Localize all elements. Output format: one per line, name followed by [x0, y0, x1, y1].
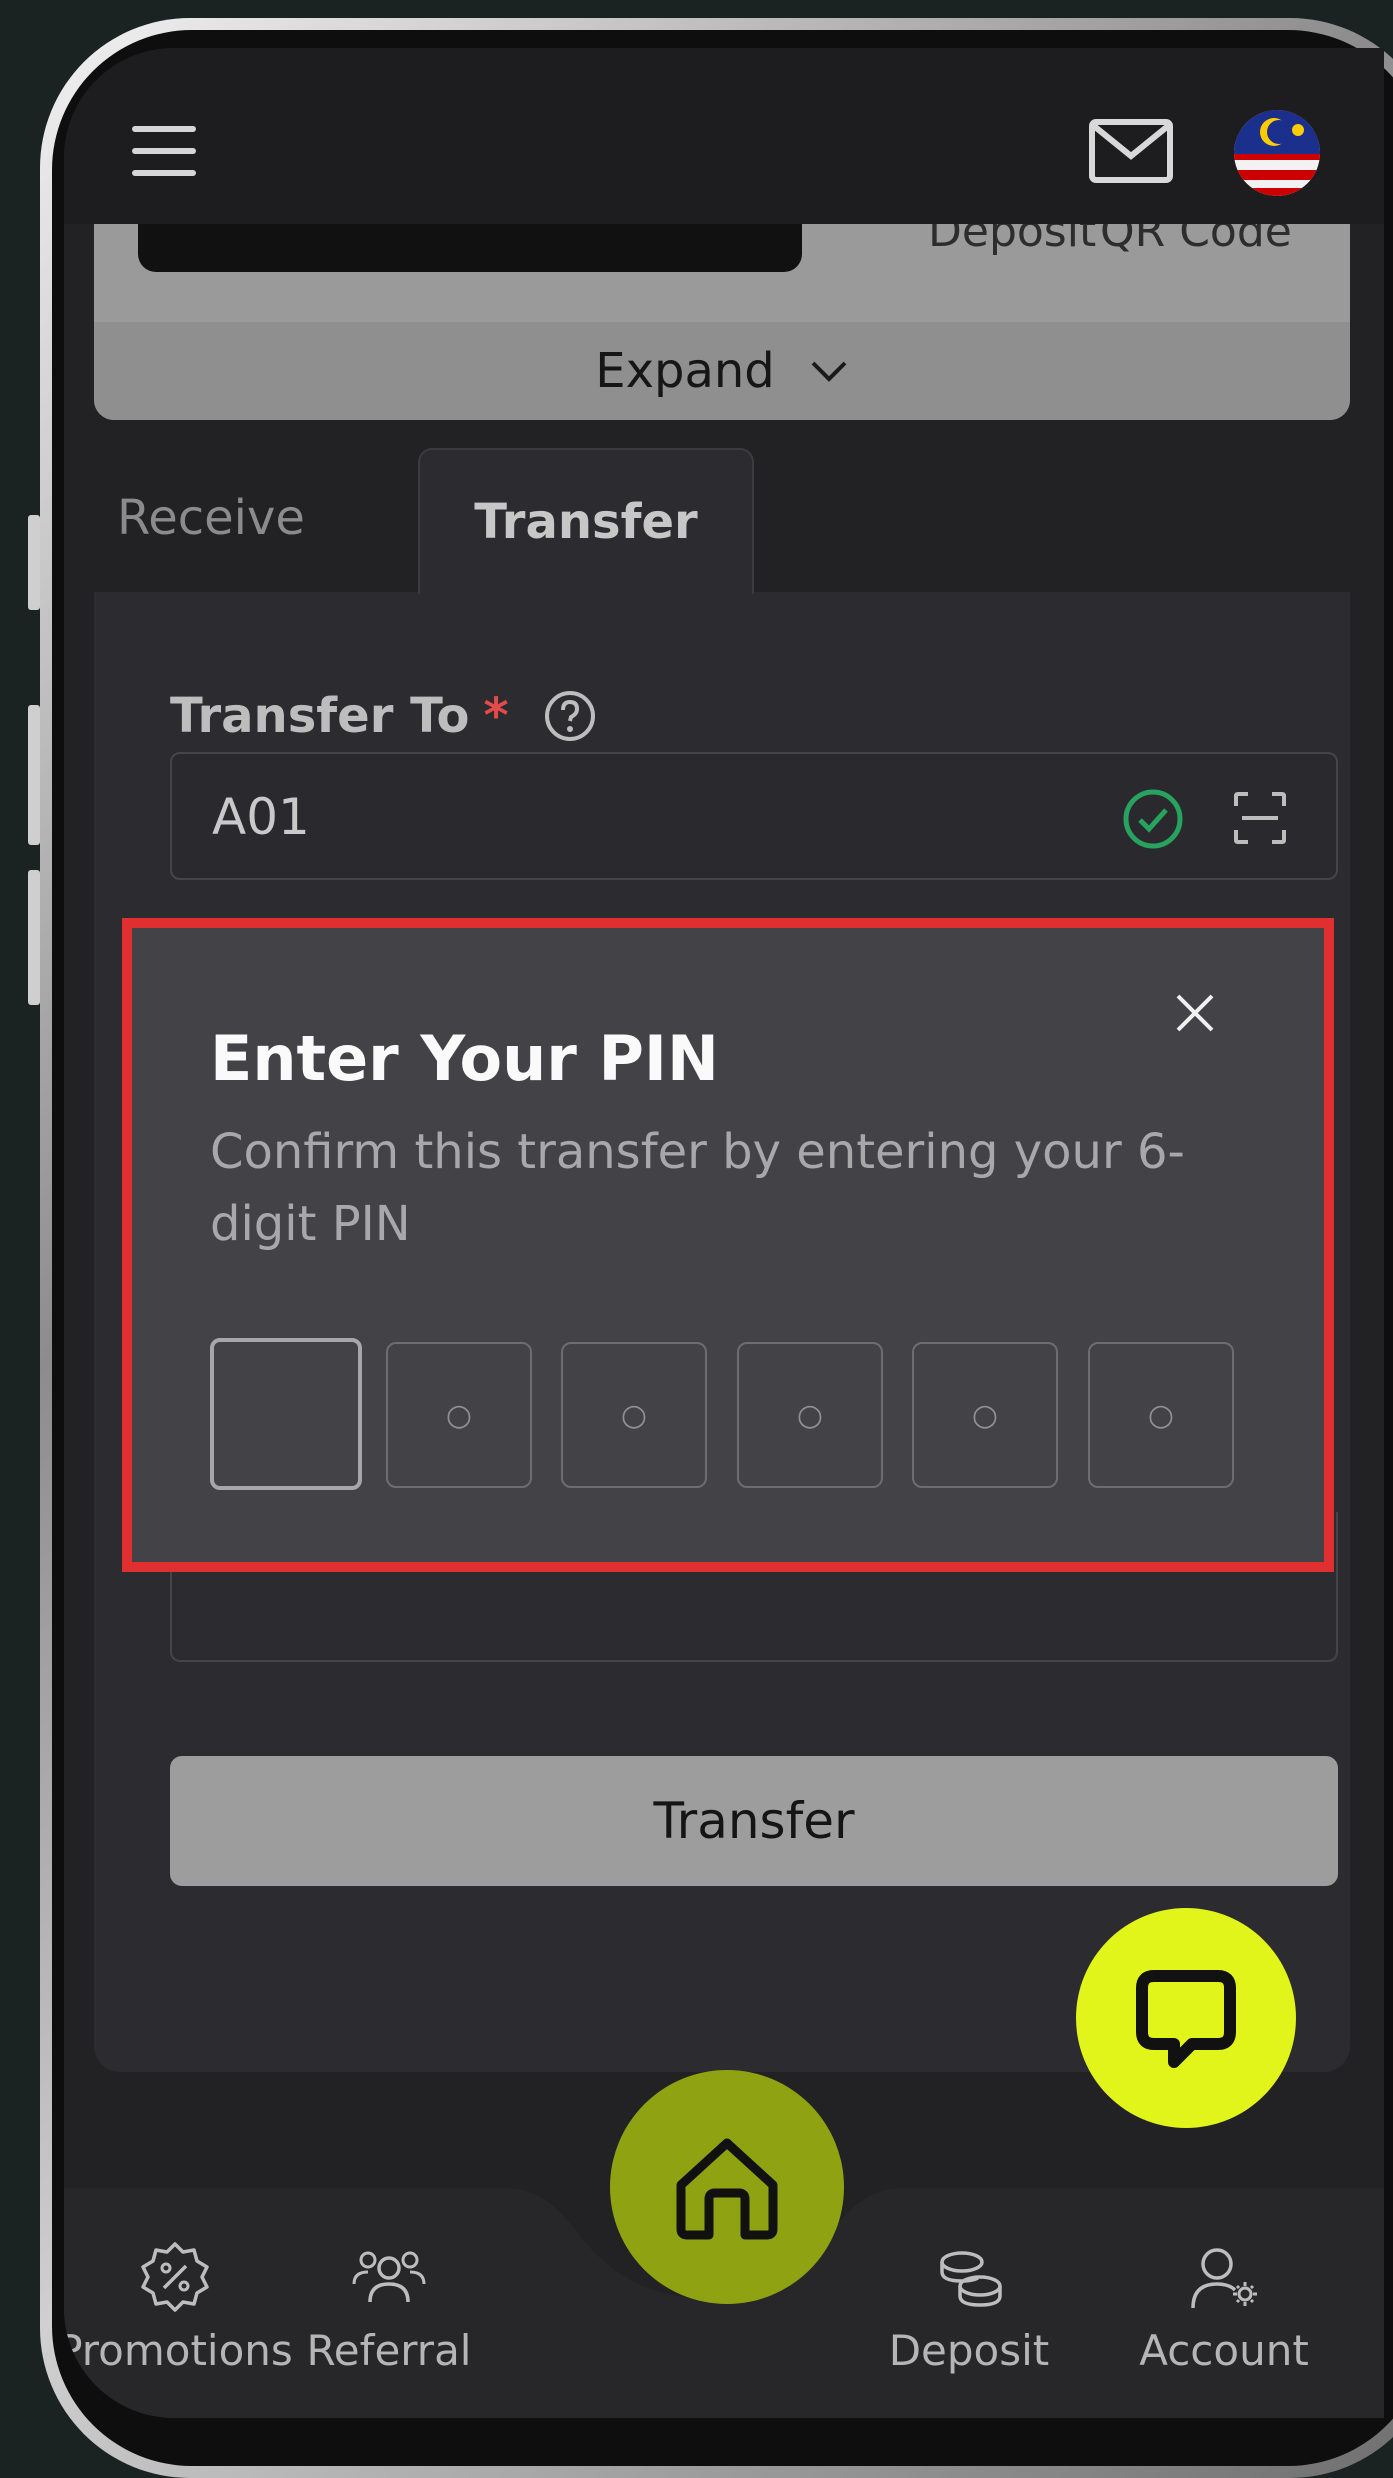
pin-input-group: ○ ○ ○ ○ ○ — [210, 1338, 1240, 1490]
users-group-icon — [352, 2251, 426, 2303]
chevron-down-icon — [811, 361, 847, 382]
expand-label: Expand — [595, 343, 775, 399]
phone-side-button — [28, 870, 40, 1005]
home-button[interactable] — [610, 2070, 844, 2304]
balance-box — [138, 224, 802, 272]
nav-account-label: Account — [1139, 2326, 1309, 2375]
pin-dialog-subtitle: Confirm this transfer by entering your 6… — [210, 1124, 1185, 1252]
nav-account[interactable]: Account — [1124, 2238, 1324, 2398]
pin-digit-6[interactable]: ○ — [1088, 1342, 1234, 1488]
user-settings-icon — [1191, 2248, 1257, 2309]
pin-dialog-title: Enter Your PIN — [210, 1022, 719, 1095]
tab-receive[interactable]: Receive — [106, 448, 316, 588]
phone-side-button — [28, 705, 40, 845]
nav-deposit-label: Deposit — [888, 2326, 1050, 2375]
pin-dialog: Enter Your PIN Confirm this transfer by … — [122, 918, 1334, 1572]
close-icon[interactable] — [1172, 990, 1218, 1036]
transfer-to-input[interactable]: A01 — [170, 752, 1338, 880]
pin-digit-2[interactable]: ○ — [386, 1342, 532, 1488]
deposit-link[interactable]: Deposit — [928, 224, 1096, 258]
nav-referral-label: Referral — [306, 2326, 472, 2375]
tab-transfer[interactable]: Transfer — [418, 448, 754, 594]
discount-badge-icon — [141, 2242, 209, 2312]
top-header — [64, 48, 1384, 224]
hamburger-menu-icon[interactable] — [132, 126, 196, 176]
transfer-to-label: Transfer To — [170, 688, 470, 744]
coins-icon — [940, 2251, 1002, 2307]
expand-button[interactable]: Expand — [94, 322, 1350, 420]
required-mark: * — [483, 688, 509, 744]
pin-digit-4[interactable]: ○ — [737, 1342, 883, 1488]
nav-deposit[interactable]: Deposit — [874, 2238, 1064, 2398]
live-chat-button[interactable] — [1076, 1908, 1296, 2128]
transfer-to-value: A01 — [212, 788, 310, 846]
qr-code-link[interactable]: QR Code — [1100, 224, 1292, 258]
nav-referral[interactable]: Referral — [294, 2238, 484, 2398]
app-screen: Deposit QR Code Expand Receive Transfer … — [64, 48, 1384, 2418]
nav-promotions[interactable]: Promotions — [64, 2238, 293, 2398]
chat-bubble-icon — [1136, 1970, 1236, 2068]
check-circle-icon — [1123, 789, 1183, 849]
wallet-card: Deposit QR Code Expand — [94, 224, 1350, 420]
transfer-to-label-row: Transfer To * — [170, 688, 597, 744]
transfer-submit-button[interactable]: Transfer — [170, 1756, 1338, 1886]
pin-digit-3[interactable]: ○ — [561, 1342, 707, 1488]
phone-side-button — [28, 515, 40, 610]
help-icon[interactable] — [543, 689, 597, 743]
pin-digit-1[interactable] — [210, 1338, 362, 1490]
malaysia-flag-icon[interactable] — [1234, 110, 1320, 196]
pin-digit-5[interactable]: ○ — [912, 1342, 1058, 1488]
home-icon — [676, 2138, 778, 2240]
qr-scan-icon[interactable] — [1232, 790, 1288, 846]
mail-icon[interactable] — [1088, 118, 1174, 184]
nav-promotions-label: Promotions — [64, 2326, 293, 2375]
